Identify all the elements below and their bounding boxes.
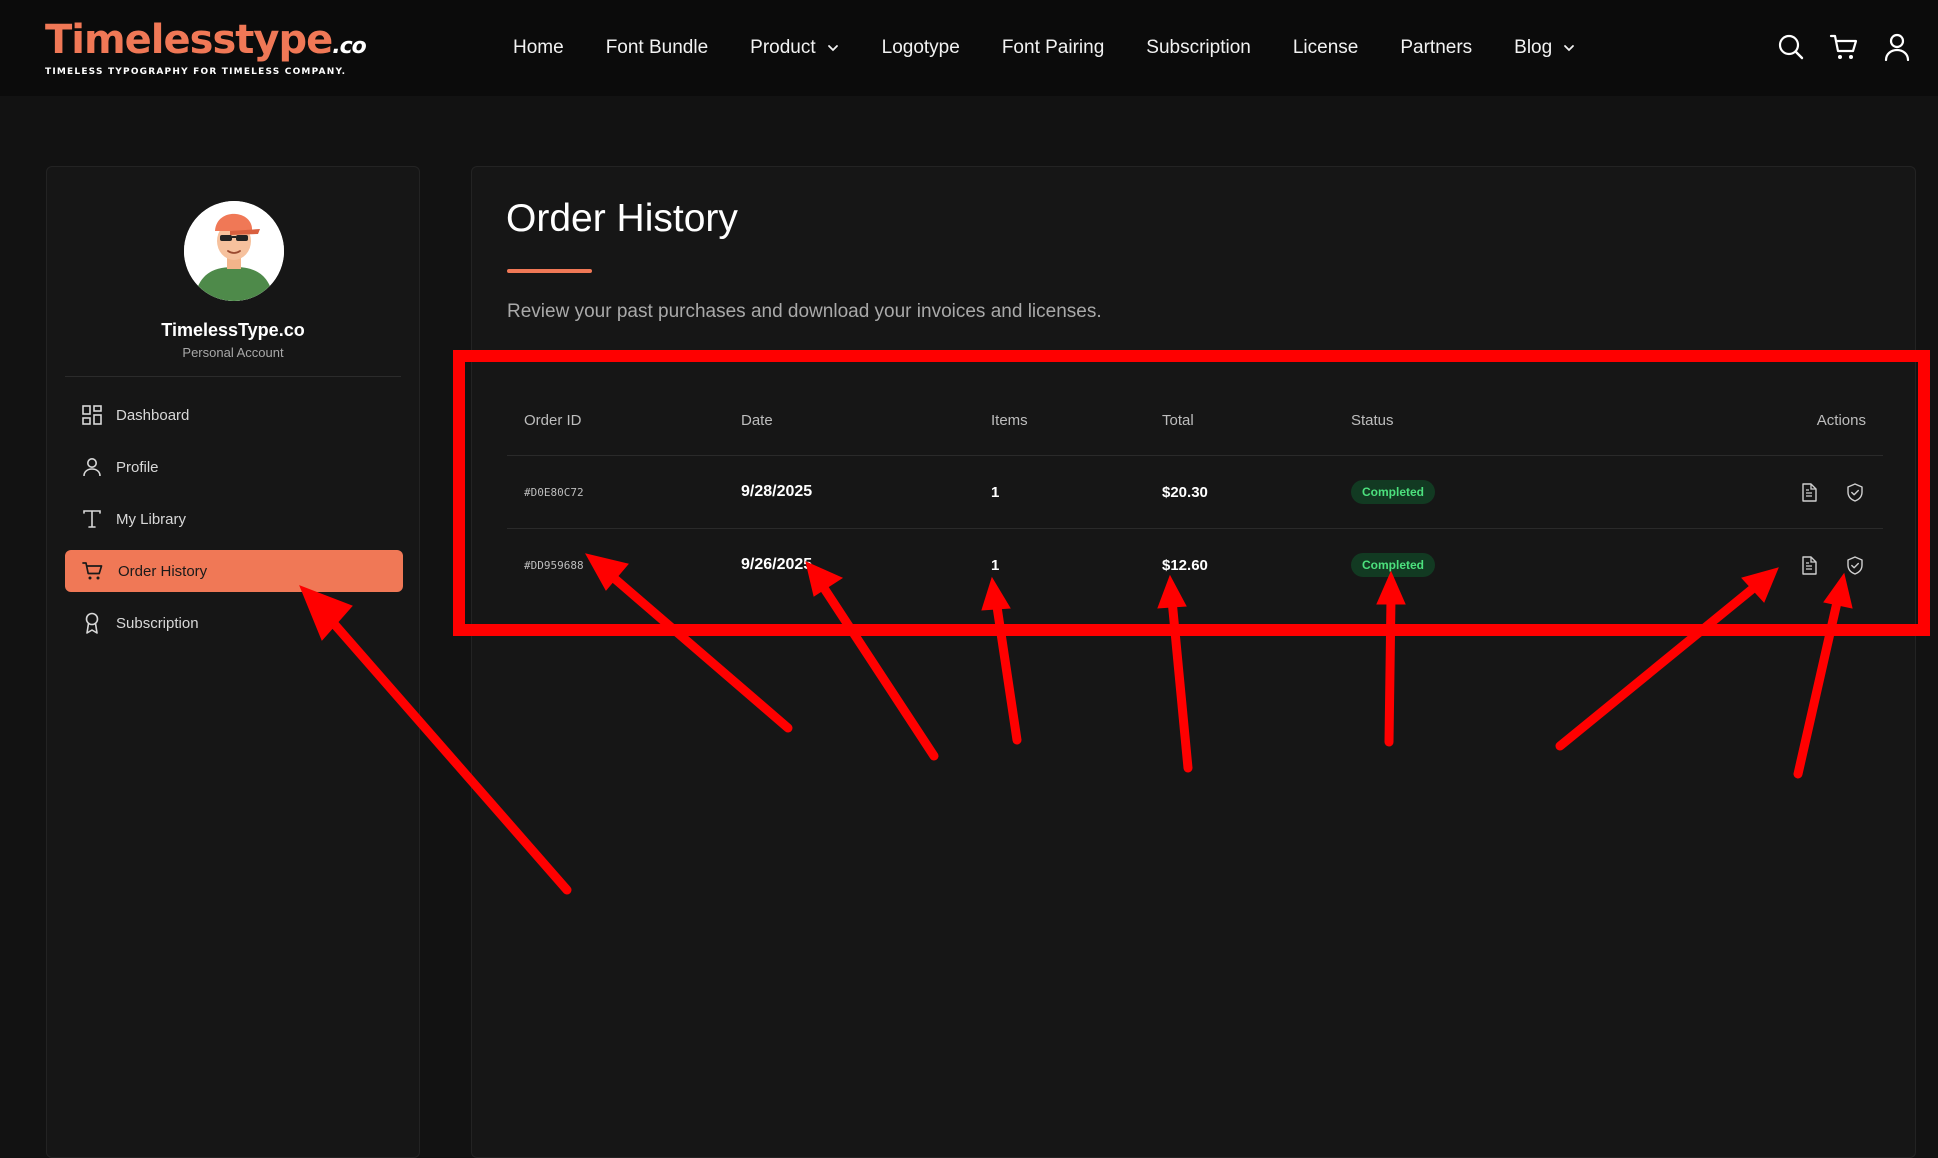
cart-icon[interactable] — [1827, 30, 1861, 64]
order-history-panel: Order History Review your past purchases… — [471, 166, 1916, 1158]
header-items: Items — [991, 411, 1028, 429]
account-type: Personal Account — [182, 345, 284, 360]
account-sidebar: TimelessType.co Personal Account Dashboa… — [46, 166, 420, 1158]
nav-partners[interactable]: Partners — [1400, 37, 1472, 59]
avatar — [184, 201, 284, 301]
order-items: 1 — [991, 483, 1000, 501]
order-items: 1 — [991, 556, 1000, 574]
nav-license[interactable]: License — [1293, 37, 1359, 59]
sidebar-divider — [65, 376, 401, 377]
nav-product[interactable]: Product — [750, 37, 839, 59]
invoice-download-icon[interactable] — [1798, 554, 1820, 576]
profile-name: TimelessType.co — [161, 320, 305, 340]
header-order-id: Order ID — [524, 411, 582, 429]
header-date: Date — [741, 411, 773, 429]
status-badge: Completed — [1351, 480, 1436, 504]
brand-logo[interactable]: Timelesstype.co TIMELESS TYPOGRAPHY FOR … — [45, 17, 367, 77]
invoice-download-icon[interactable] — [1798, 481, 1820, 503]
status-badge: Completed — [1351, 553, 1436, 577]
logo-tagline: TIMELESS TYPOGRAPHY FOR TIMELESS COMPANY… — [45, 67, 347, 77]
order-date: 9/28/2025 — [741, 483, 813, 500]
sidebar-item-profile[interactable]: Profile — [65, 446, 403, 488]
header-total: Total — [1162, 411, 1194, 429]
table-header: Order ID Date Items Total Status Actions — [507, 385, 1883, 456]
sidebar-menu: Dashboard Profile My Library Order Histo… — [65, 394, 403, 654]
order-id: #DD959688 — [524, 558, 584, 572]
sidebar-item-subscription[interactable]: Subscription — [65, 602, 403, 644]
table-row: #D0E80C72 9/28/2025 1 $20.30 Completed — [507, 456, 1883, 529]
nav-logotype[interactable]: Logotype — [882, 37, 960, 59]
type-icon — [83, 510, 101, 528]
award-icon — [85, 612, 99, 634]
order-date: 9/26/2025 — [741, 556, 813, 573]
user-icon — [83, 458, 101, 477]
top-navbar: Timelesstype.co TIMELESS TYPOGRAPHY FOR … — [0, 0, 1938, 96]
nav-subscription[interactable]: Subscription — [1146, 37, 1251, 59]
nav-blog[interactable]: Blog — [1514, 37, 1576, 59]
order-total: $20.30 — [1162, 483, 1208, 501]
orders-table: Order ID Date Items Total Status Actions… — [507, 385, 1883, 601]
nav-font-bundle[interactable]: Font Bundle — [606, 37, 708, 59]
page-title: Order History — [506, 197, 738, 240]
dashboard-icon — [82, 405, 102, 425]
search-icon[interactable] — [1774, 30, 1808, 64]
license-shield-icon[interactable] — [1844, 554, 1866, 576]
nav-font-pairing[interactable]: Font Pairing — [1002, 37, 1104, 59]
order-id: #D0E80C72 — [524, 485, 584, 499]
header-actions: Actions — [1816, 411, 1866, 429]
title-underline — [507, 269, 592, 273]
cart-icon — [82, 562, 103, 580]
page-subtitle: Review your past purchases and download … — [507, 301, 1102, 322]
chevron-down-icon — [827, 45, 838, 52]
nav-home[interactable]: Home — [513, 37, 564, 59]
user-icon[interactable] — [1880, 30, 1914, 64]
logo-wordmark: Timelesstype.co — [45, 17, 367, 63]
license-shield-icon[interactable] — [1844, 481, 1866, 503]
sidebar-item-dashboard[interactable]: Dashboard — [65, 394, 403, 436]
sidebar-item-my-library[interactable]: My Library — [65, 498, 403, 540]
header-status: Status — [1351, 411, 1394, 429]
order-total: $12.60 — [1162, 556, 1208, 574]
table-row: #DD959688 9/26/2025 1 $12.60 Completed — [507, 529, 1883, 601]
chevron-down-icon — [1564, 45, 1575, 52]
header-actions — [1755, 30, 1914, 64]
sidebar-item-order-history[interactable]: Order History — [65, 550, 403, 592]
main-nav: Home Font Bundle Product Logotype Font P… — [513, 0, 1618, 96]
